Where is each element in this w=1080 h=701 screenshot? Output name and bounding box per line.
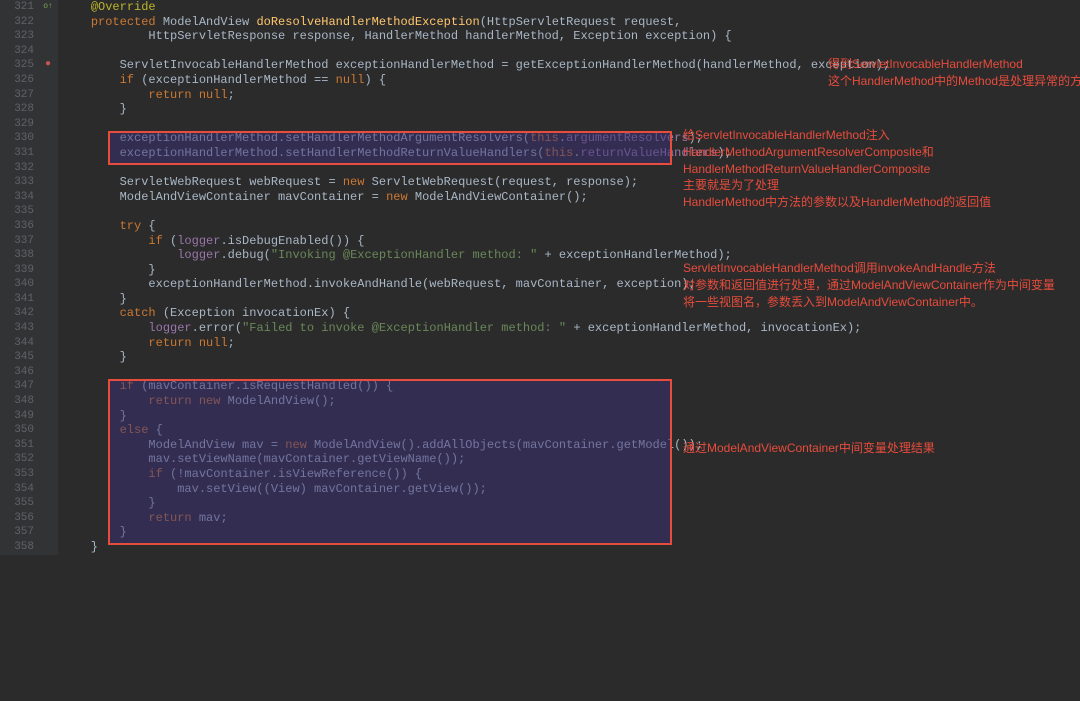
code-line[interactable]: try {	[62, 219, 1080, 234]
code-line[interactable]: }	[62, 540, 1080, 555]
code-line[interactable]: }	[62, 496, 1080, 511]
annotation-1-l1: 得到ServletInvocableHandlerMethod	[828, 57, 1023, 71]
annotation-1: 得到ServletInvocableHandlerMethod 这个Handle…	[828, 56, 1080, 90]
annotation-2-l3: HandlerMethodReturnValueHandlerComposite	[683, 162, 930, 176]
annotation-3: ServletInvocableHandlerMethod调用invokeAnd…	[683, 260, 1055, 310]
annotation-3-l2: 对参数和返回值进行处理，通过ModelAndViewContainer作为中间变…	[683, 278, 1055, 292]
code-line[interactable]: logger.error("Failed to invoke @Exceptio…	[62, 321, 1080, 336]
code-editor[interactable]: 3213223233243253263273283293303313323333…	[0, 0, 1080, 555]
override-icon[interactable]: o↑	[38, 0, 58, 15]
code-line[interactable]: protected ModelAndView doResolveHandlerM…	[62, 15, 1080, 30]
code-line[interactable]: mav.setView((View) mavContainer.getView(…	[62, 482, 1080, 497]
code-line[interactable]: HttpServletResponse response, HandlerMet…	[62, 29, 1080, 44]
annotation-2-l4: 主要就是为了处理	[683, 178, 779, 192]
annotation-3-l1: ServletInvocableHandlerMethod调用invokeAnd…	[683, 261, 996, 275]
breakpoint-icon[interactable]: ●	[38, 58, 58, 73]
annotation-2-l5: HandlerMethod中方法的参数以及HandlerMethod的返回值	[683, 195, 991, 209]
code-line[interactable]: @Override	[62, 0, 1080, 15]
code-line[interactable]: }	[62, 350, 1080, 365]
code-line[interactable]: if (logger.isDebugEnabled()) {	[62, 234, 1080, 249]
annotation-4: 通过ModelAndViewContainer中间变量处理结果	[683, 440, 935, 457]
annotation-2-l2: HandlerMethodArgumentResolverComposite和	[683, 145, 934, 159]
code-line[interactable]: }	[62, 102, 1080, 117]
annotation-2-l1: 给ServletInvocableHandlerMethod注入	[683, 128, 890, 142]
code-line[interactable]	[62, 365, 1080, 380]
gutter-icons: o↑ ●	[38, 0, 58, 555]
code-area[interactable]: @Override protected ModelAndView doResol…	[58, 0, 1080, 555]
annotation-3-l3: 将一些视图名，参数丢入到ModelAndViewContainer中。	[683, 295, 983, 309]
code-line[interactable]: return new ModelAndView();	[62, 394, 1080, 409]
code-line[interactable]: return mav;	[62, 511, 1080, 526]
code-line[interactable]: if (!mavContainer.isViewReference()) {	[62, 467, 1080, 482]
code-line[interactable]: return null;	[62, 336, 1080, 351]
line-number-gutter: 3213223233243253263273283293303313323333…	[0, 0, 38, 555]
code-line[interactable]: }	[62, 525, 1080, 540]
code-line[interactable]: }	[62, 409, 1080, 424]
code-line[interactable]: if (mavContainer.isRequestHandled()) {	[62, 379, 1080, 394]
annotation-4-l1: 通过ModelAndViewContainer中间变量处理结果	[683, 441, 935, 455]
code-line[interactable]: else {	[62, 423, 1080, 438]
annotation-2: 给ServletInvocableHandlerMethod注入 Handler…	[683, 127, 991, 211]
annotation-1-l2: 这个HandlerMethod中的Method是处理异常的方法	[828, 74, 1080, 88]
code-line[interactable]: return null;	[62, 88, 1080, 103]
